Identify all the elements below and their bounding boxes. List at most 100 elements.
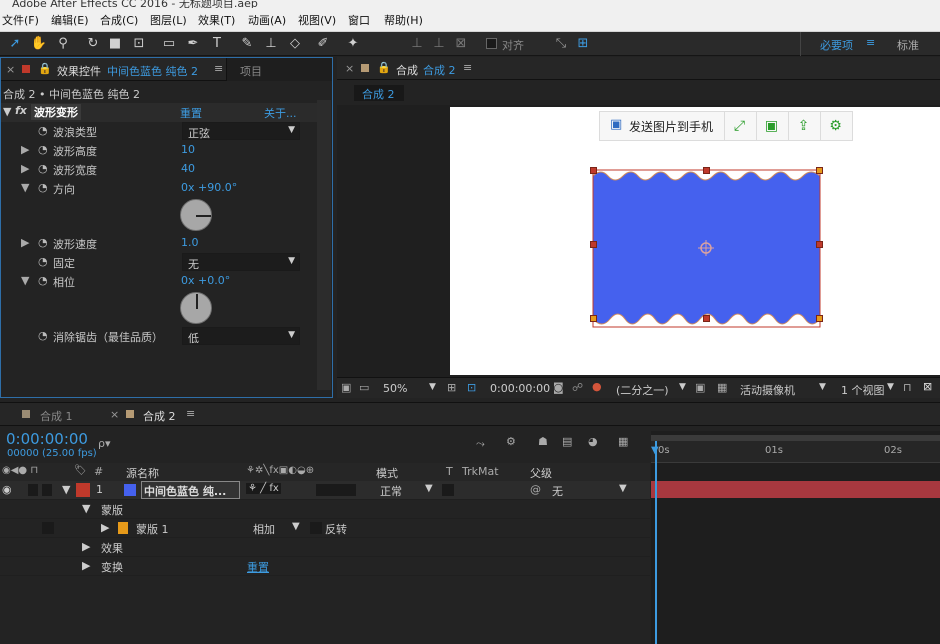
close-icon[interactable]: ×	[345, 62, 354, 75]
prop-value[interactable]: 1.0	[181, 236, 199, 249]
expand-arrow-icon[interactable]: ▼	[62, 483, 70, 496]
layer-handle-b[interactable]	[703, 315, 710, 322]
stopwatch-icon[interactable]: ◔	[38, 162, 48, 175]
expand-arrow-icon[interactable]: ▼	[3, 105, 11, 118]
expand-arrow-icon[interactable]: ▼	[21, 181, 29, 194]
stopwatch-icon[interactable]: ◔	[38, 255, 48, 268]
chevron-down-icon[interactable]: ▼	[619, 483, 627, 494]
camera-tool-icon[interactable]: ■	[106, 35, 124, 53]
expand-arrow-icon[interactable]: ▼	[82, 502, 90, 515]
comp-mini-flowchart-icon[interactable]: ⤳	[476, 437, 485, 451]
show-snapshot-icon[interactable]: ☍	[572, 381, 583, 394]
menu-view[interactable]: 视图(V)	[298, 12, 336, 28]
hide-shy-layers-icon[interactable]: ☗	[538, 435, 548, 448]
effect-name[interactable]: 波形变形	[31, 104, 81, 120]
send-to-phone-button[interactable]: 发送图片到手机	[629, 118, 713, 135]
comp-viewer[interactable]: ▣ 发送图片到手机 ⤢ ▣ ⇪ ⚙	[337, 105, 940, 377]
comp-tab-name[interactable]: 合成 2	[423, 62, 456, 78]
expand-icon[interactable]: ⤢	[724, 112, 754, 140]
layer-parent-dropdown[interactable]: 无	[552, 483, 563, 499]
rotate-tool-icon[interactable]: ↻	[84, 35, 102, 53]
solo-toggle[interactable]	[42, 484, 52, 496]
fast-preview-icon[interactable]: ▣	[695, 381, 705, 394]
region-of-interest-icon[interactable]: ⊡	[467, 381, 476, 394]
monitor-icon[interactable]: ▭	[359, 381, 369, 394]
always-preview-icon[interactable]: ▣	[341, 381, 351, 394]
clone-stamp-tool-icon[interactable]: ⊥	[262, 35, 280, 53]
timeline-tab-comp2[interactable]: 合成 2	[143, 408, 176, 424]
snap-arrows-icon[interactable]: ⤡	[552, 35, 570, 53]
effect-controls-tab-layer[interactable]: 中间色蓝色 纯色 2	[107, 63, 198, 79]
time-ruler[interactable]: 0s 01s 02s	[651, 441, 940, 463]
axis-local-icon[interactable]: ⊥	[408, 35, 426, 53]
pickwhip-icon[interactable]: @	[530, 483, 541, 496]
antialiasing-dropdown[interactable]: 低 ▼	[182, 327, 300, 345]
prop-value[interactable]: 40	[181, 162, 195, 175]
menu-help[interactable]: 帮助(H)	[384, 12, 423, 28]
preserve-transparency-toggle[interactable]	[442, 484, 454, 496]
axis-world-icon[interactable]: ⊥	[430, 35, 448, 53]
comp-subtab[interactable]: 合成 2	[354, 85, 404, 101]
fx-icon[interactable]: fx	[15, 104, 27, 117]
expand-arrow-icon[interactable]: ▶	[101, 521, 109, 534]
chevron-down-icon[interactable]: ▼	[429, 382, 436, 392]
menu-effect[interactable]: 效果(T)	[198, 12, 235, 28]
graph-editor-icon[interactable]: ▦	[618, 435, 628, 448]
puppet-tool-icon[interactable]: ✦	[344, 35, 362, 53]
prop-value[interactable]: 0x +90.0°	[181, 181, 237, 194]
workspace-standard[interactable]: 标准	[897, 37, 919, 53]
draft-3d-icon[interactable]: ⚙	[506, 435, 516, 448]
workspace-menu-icon[interactable]: ≡	[866, 36, 875, 49]
effects-group-row[interactable]: ▶ 效果	[0, 538, 650, 557]
stopwatch-icon[interactable]: ◔	[38, 143, 48, 156]
zoom-dropdown[interactable]: 50%	[383, 382, 407, 395]
transparency-grid-icon[interactable]: ▦	[717, 381, 727, 394]
mask-row[interactable]: ▶ 蒙版 1 相加 ▼ 反转	[0, 519, 650, 538]
eye-icon[interactable]: ◉	[2, 483, 12, 496]
zoom-tool-icon[interactable]: ⚲	[54, 35, 72, 53]
chevron-down-icon[interactable]: ▼	[887, 382, 894, 392]
menu-composition[interactable]: 合成(C)	[100, 12, 138, 28]
snapping-checkbox[interactable]	[486, 38, 497, 49]
effect-controls-tab-label[interactable]: 效果控件	[57, 63, 101, 79]
tab-menu-icon[interactable]: ≡	[214, 62, 223, 75]
stopwatch-icon[interactable]: ◔	[38, 124, 48, 137]
pen-tool-icon[interactable]: ✒	[184, 35, 202, 53]
audio-toggle[interactable]	[28, 484, 38, 496]
layer-handle-tr[interactable]	[816, 167, 823, 174]
hand-tool-icon[interactable]: ✋	[30, 35, 48, 53]
color-channels-icon[interactable]: ●	[592, 380, 602, 393]
comp-tab-label[interactable]: 合成	[396, 62, 418, 78]
comp-timecode[interactable]: 0:00:00:00	[490, 382, 550, 395]
chevron-down-icon[interactable]: ▼	[679, 382, 686, 392]
settings-gear-icon[interactable]: ⚙	[820, 112, 850, 140]
expand-arrow-icon[interactable]: ▶	[82, 559, 90, 572]
menu-window[interactable]: 窗口	[348, 12, 370, 28]
layer-name[interactable]: 中间色蓝色 纯...	[141, 481, 240, 499]
wavy-blue-solid[interactable]	[588, 159, 828, 334]
rectangle-tool-icon[interactable]: ▭	[160, 35, 178, 53]
column-source-name[interactable]: 源名称	[126, 465, 159, 481]
expand-arrow-icon[interactable]: ▶	[21, 162, 29, 175]
type-tool-icon[interactable]: T	[208, 35, 226, 53]
column-trkmat[interactable]: TrkMat	[462, 465, 499, 478]
menu-layer[interactable]: 图层(L)	[150, 12, 187, 28]
chevron-down-icon[interactable]: ▼	[425, 483, 433, 494]
phase-dial[interactable]	[180, 292, 212, 324]
transform-reset-link[interactable]: 重置	[247, 559, 269, 575]
reset-exposure-icon[interactable]: ⊓	[903, 381, 912, 394]
timeline-track-area[interactable]: 0s 01s 02s ▼	[651, 431, 940, 644]
tab-menu-icon[interactable]: ≡	[186, 407, 195, 420]
chevron-down-icon[interactable]: ▼	[292, 521, 300, 532]
timeline-search-input[interactable]: ρ▾	[98, 437, 111, 450]
views-dropdown[interactable]: 1 个视图	[841, 382, 885, 398]
comp-canvas[interactable]: ▣ 发送图片到手机 ⤢ ▣ ⇪ ⚙	[450, 107, 940, 375]
wave-type-dropdown[interactable]: 正弦 ▼	[182, 122, 300, 140]
layer-handle-l[interactable]	[590, 241, 597, 248]
layer-row[interactable]: ◉ ▼ 1 中间色蓝色 纯... ⚘ ╱ fx 正常 ▼ @ 无 ▼	[0, 481, 650, 500]
close-icon[interactable]: ×	[6, 63, 15, 76]
layer-handle-r[interactable]	[816, 241, 823, 248]
save-icon[interactable]: ▣	[756, 112, 786, 140]
playhead-line[interactable]	[655, 441, 657, 644]
share-icon[interactable]: ⇪	[788, 112, 818, 140]
